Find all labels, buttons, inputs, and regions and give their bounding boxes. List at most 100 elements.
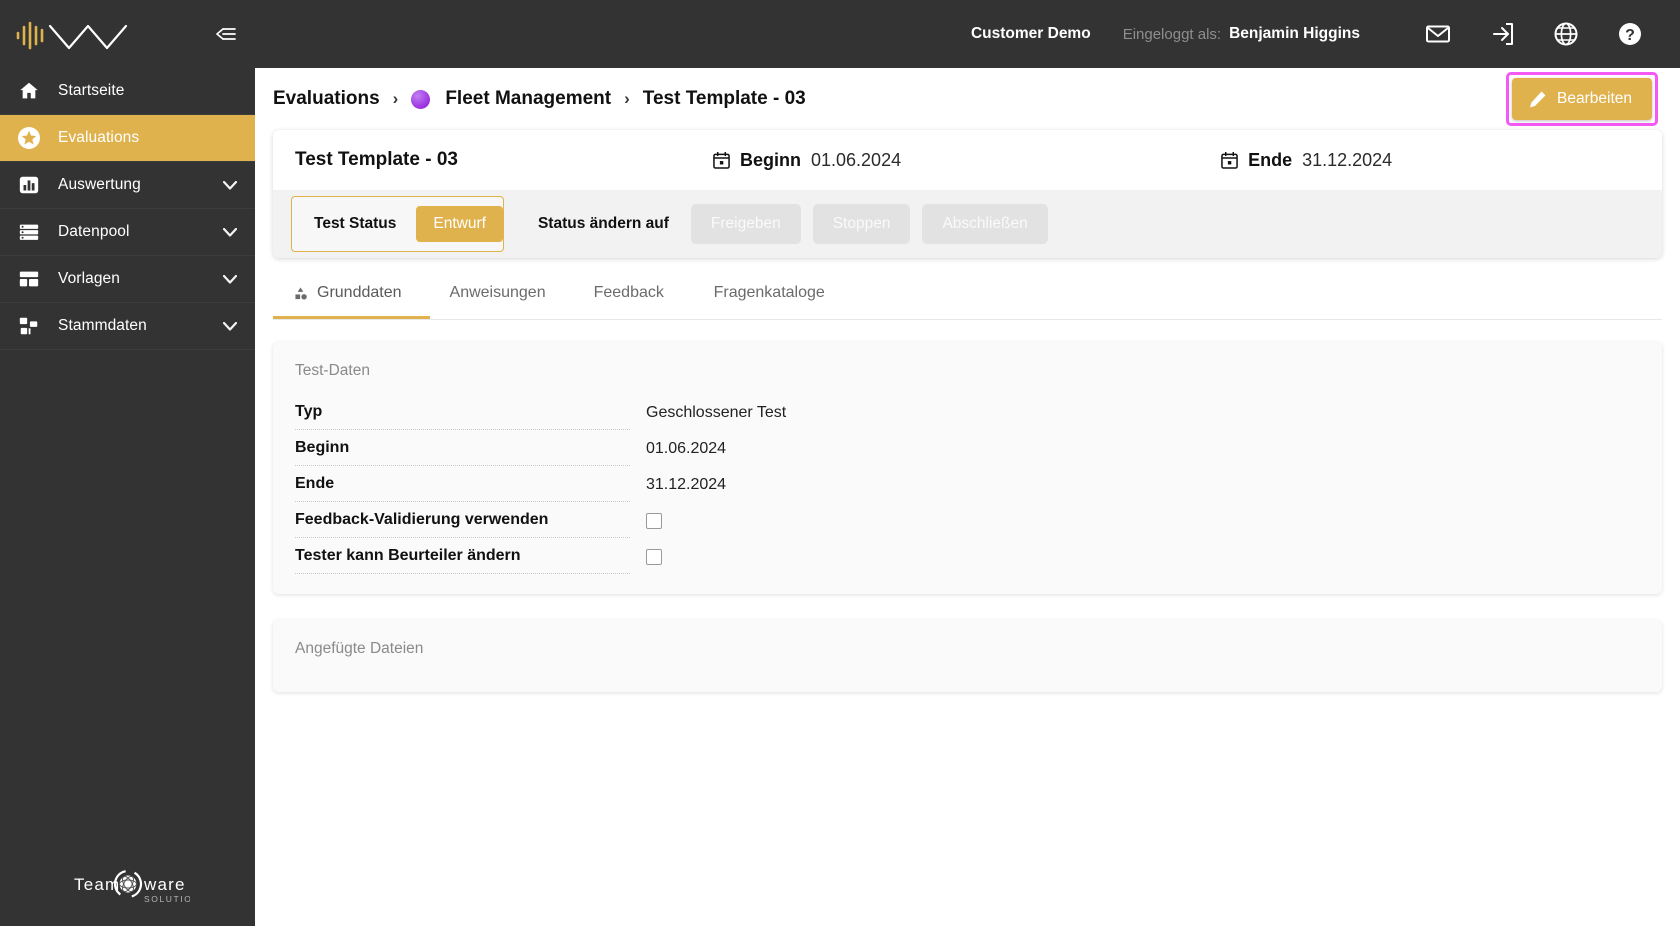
sidebar-item-auswertung[interactable]: Auswertung (0, 162, 255, 209)
chevron-down-icon[interactable] (223, 180, 237, 190)
evaluation-info-card: Test Template - 03 Beginn 01.06.2024 End… (273, 130, 1662, 258)
breadcrumb: Evaluations › Fleet Management › Test Te… (273, 88, 1506, 110)
test-data-title: Test-Daten (295, 362, 370, 379)
sidebar-item-startseite[interactable]: Startseite (0, 68, 255, 115)
tab-label: Feedback (593, 284, 664, 301)
begin-date-group: Beginn 01.06.2024 (713, 150, 901, 171)
attached-files-panel: Angefügte Dateien (273, 620, 1662, 692)
row-label: Typ (295, 403, 630, 430)
table-row: Feedback-Validierung verwenden (295, 502, 1640, 538)
help-icon[interactable]: ? (1608, 12, 1652, 56)
list-icon (14, 221, 44, 243)
row-value: 01.06.2024 (646, 440, 727, 457)
sidebar-item-label: Stammdaten (58, 317, 147, 334)
feedback-validation-checkbox[interactable] (646, 513, 662, 529)
svg-text:ware: ware (143, 875, 186, 894)
current-user-name: Benjamin Higgins (1229, 25, 1360, 42)
breadcrumb-row: Evaluations › Fleet Management › Test Te… (255, 68, 1680, 130)
begin-label: Beginn (740, 149, 801, 170)
globe-icon[interactable] (1544, 12, 1588, 56)
layout-icon (14, 268, 44, 290)
chevron-down-icon[interactable] (223, 274, 237, 284)
sidebar-item-evaluations[interactable]: Evaluations (0, 115, 255, 162)
collapse-sidebar-icon[interactable] (215, 24, 237, 44)
tab-panel-grunddaten: Test-Daten Typ Geschlossener Test Beginn… (255, 320, 1680, 718)
sidebar-nav: Startseite Evaluations Auswertung Datenp… (0, 68, 255, 350)
bar-chart-icon (14, 174, 44, 196)
sidebar-item-vorlagen[interactable]: Vorlagen (0, 256, 255, 303)
tab-bar: Grunddaten Anweisungen Feedback Fragenka… (255, 284, 1680, 319)
status-badge[interactable]: Entwurf (416, 206, 503, 242)
evaluation-header: Test Template - 03 Beginn 01.06.2024 End… (273, 130, 1662, 190)
pencil-icon (1528, 90, 1547, 109)
logout-icon[interactable] (1480, 12, 1524, 56)
tab-grunddaten[interactable]: Grunddaten (273, 284, 430, 319)
evaluation-title: Test Template - 03 (295, 149, 458, 170)
status-stoppen-button[interactable]: Stoppen (812, 204, 911, 244)
project-color-dot (411, 89, 431, 109)
tab-anweisungen[interactable]: Anweisungen (430, 284, 574, 319)
row-label: Beginn (295, 439, 630, 466)
edit-button[interactable]: Bearbeiten (1512, 78, 1652, 120)
sidebar-item-label: Datenpool (58, 223, 130, 240)
table-row: Beginn 01.06.2024 (295, 430, 1640, 466)
row-value: Geschlossener Test (646, 404, 787, 421)
app-root: Startseite Evaluations Auswertung Datenp… (0, 0, 1680, 926)
test-data-panel: Test-Daten Typ Geschlossener Test Beginn… (273, 342, 1662, 594)
customer-name: Customer Demo (970, 25, 1091, 42)
status-bar: Test Status Entwurf Status ändern auf Fr… (273, 190, 1662, 258)
svg-text:Team: Team (74, 875, 120, 894)
sidebar: Startseite Evaluations Auswertung Datenp… (0, 0, 255, 926)
sidebar-item-label: Auswertung (58, 176, 141, 193)
status-freigeben-button[interactable]: Freigeben (690, 204, 801, 244)
table-row: Typ Geschlossener Test (295, 394, 1640, 430)
sidebar-item-datenpool[interactable]: Datenpool (0, 209, 255, 256)
edit-button-highlight: Bearbeiten (1506, 72, 1658, 126)
breadcrumb-root[interactable]: Evaluations (273, 88, 380, 110)
svg-text:?: ? (1625, 27, 1635, 44)
chevron-right-icon: › (392, 89, 399, 108)
row-label: Feedback-Validierung verwenden (295, 511, 630, 538)
topbar: Customer Demo Eingeloggt als: Benjamin H… (255, 0, 1680, 68)
sidebar-item-stammdaten[interactable]: Stammdaten (0, 303, 255, 350)
sidebar-item-label: Startseite (58, 82, 125, 99)
tab-label: Anweisungen (449, 284, 546, 301)
row-value: 31.12.2024 (646, 476, 727, 493)
tester-can-change-assessor-checkbox[interactable] (646, 549, 662, 565)
tab-fragenkataloge[interactable]: Fragenkataloge (694, 284, 853, 319)
breadcrumb-project[interactable]: Fleet Management (445, 88, 611, 110)
tab-label: Fragenkataloge (713, 284, 825, 301)
chevron-down-icon[interactable] (223, 321, 237, 331)
table-row: Tester kann Beurteiler ändern (295, 538, 1640, 574)
app-logo[interactable] (14, 14, 134, 54)
calendar-icon (1221, 151, 1238, 169)
tab-feedback[interactable]: Feedback (574, 284, 694, 319)
tab-label: Grunddaten (317, 284, 402, 301)
breadcrumb-current: Test Template - 03 (642, 88, 806, 109)
edit-button-label: Bearbeiten (1557, 90, 1632, 107)
test-status-label: Test Status (314, 215, 397, 232)
status-abschliessen-button[interactable]: Abschließen (922, 204, 1048, 244)
mail-icon[interactable] (1416, 12, 1460, 56)
end-value: 31.12.2024 (1302, 149, 1393, 170)
end-date-group: Ende 31.12.2024 (1221, 150, 1392, 171)
sitemap-icon (14, 315, 44, 337)
logged-in-label: Eingeloggt als: (1122, 25, 1222, 43)
begin-value: 01.06.2024 (811, 149, 902, 170)
teamware-footer-logo: Team ware SOLUTIONS (0, 860, 255, 908)
test-status-group: Test Status Entwurf (291, 196, 504, 252)
change-status-label: Status ändern auf (537, 215, 669, 232)
attached-files-title: Angefügte Dateien (295, 640, 424, 657)
chevron-down-icon[interactable] (223, 227, 237, 237)
page-content: Evaluations › Fleet Management › Test Te… (255, 68, 1680, 926)
row-label: Tester kann Beurteiler ändern (295, 547, 630, 574)
home-icon (14, 80, 44, 102)
main-area: Customer Demo Eingeloggt als: Benjamin H… (255, 0, 1680, 926)
sidebar-item-label: Vorlagen (58, 270, 120, 287)
end-label: Ende (1248, 149, 1293, 170)
table-row: Ende 31.12.2024 (295, 466, 1640, 502)
sidebar-item-label: Evaluations (58, 129, 140, 146)
row-label: Ende (295, 475, 630, 502)
calendar-icon (713, 151, 730, 169)
svg-text:SOLUTIONS: SOLUTIONS (144, 894, 190, 904)
